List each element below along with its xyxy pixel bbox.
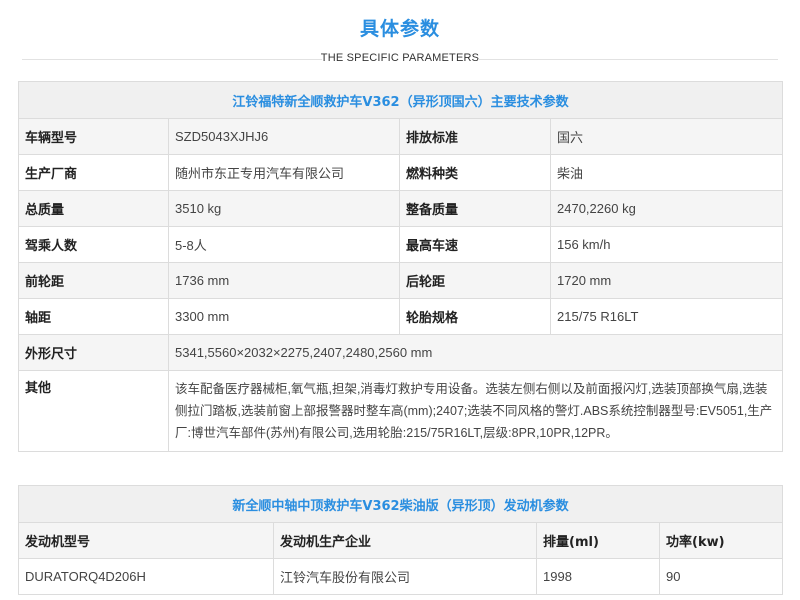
param-label: 其他: [18, 370, 169, 452]
column-header: 功率(kw): [658, 522, 784, 559]
param-value: 2470,2260 kg: [549, 190, 784, 227]
param-value: 5341,5560×2032×2275,2407,2480,2560 mm: [167, 334, 784, 371]
table-row: 驾乘人数 5-8人 最高车速 156 km/h: [18, 226, 784, 263]
table-row: 车辆型号 SZD5043XJHJ6 排放标准 国六: [18, 118, 784, 155]
engine-table-title: 新全顺中轴中顶救护车V362柴油版（异形顶）发动机参数: [17, 485, 784, 523]
param-label: 最高车速: [399, 226, 551, 263]
params-table-title: 江铃福特新全顺救护车V362（异形顶国六）主要技术参数: [17, 81, 784, 119]
table-row: 其他 该车配备医疗器械柜,氧气瓶,担架,消毒灯救护专用设备。选装左侧右侧以及前面…: [18, 370, 784, 452]
engine-cell: 江铃汽车股份有限公司: [273, 558, 537, 595]
param-value: SZD5043XJHJ6: [168, 118, 400, 155]
column-header: 排量(ml): [536, 522, 660, 559]
param-label: 整备质量: [399, 190, 551, 227]
param-label: 燃料种类: [399, 154, 551, 191]
page-subtitle: THE SPECIFIC PARAMETERS: [320, 52, 480, 64]
engine-cell: 1998: [536, 558, 660, 595]
param-value: 该车配备医疗器械柜,氧气瓶,担架,消毒灯救护专用设备。选装左侧右侧以及前面报闪灯…: [167, 370, 784, 452]
param-label: 车辆型号: [18, 118, 169, 155]
param-value: 156 km/h: [549, 226, 784, 263]
param-value: 215/75 R16LT: [549, 298, 784, 335]
param-label: 后轮距: [399, 262, 551, 299]
param-value: 1720 mm: [549, 262, 784, 299]
main-params-table: 江铃福特新全顺救护车V362（异形顶国六）主要技术参数 车辆型号 SZD5043…: [17, 81, 784, 452]
table-row: 外形尺寸 5341,5560×2032×2275,2407,2480,2560 …: [18, 334, 784, 371]
param-value: 3510 kg: [168, 190, 400, 227]
param-value: 5-8人: [168, 226, 400, 263]
table-row: 总质量 3510 kg 整备质量 2470,2260 kg: [18, 190, 784, 227]
table-row: 前轮距 1736 mm 后轮距 1720 mm: [18, 262, 784, 299]
page-title: 具体参数: [359, 18, 440, 40]
param-value: 柴油: [549, 154, 784, 191]
param-label: 驾乘人数: [18, 226, 169, 263]
table-row: DURATORQ4D206H 江铃汽车股份有限公司 1998 90: [18, 558, 784, 595]
title-divider-right: [478, 59, 778, 60]
param-label: 生产厂商: [18, 154, 169, 191]
param-label: 轮胎规格: [399, 298, 551, 335]
engine-cell: 90: [658, 558, 784, 595]
param-label: 外形尺寸: [18, 334, 169, 371]
engine-cell: DURATORQ4D206H: [18, 558, 274, 595]
param-label: 轴距: [18, 298, 169, 335]
param-value: 3300 mm: [168, 298, 400, 335]
table-row: 轴距 3300 mm 轮胎规格 215/75 R16LT: [18, 298, 784, 335]
column-header: 发动机生产企业: [273, 522, 537, 559]
table-row: 生产厂商 随州市东正专用汽车有限公司 燃料种类 柴油: [18, 154, 784, 191]
engine-column-headers: 发动机型号 发动机生产企业 排量(ml) 功率(kw): [18, 522, 784, 559]
param-label: 排放标准: [399, 118, 551, 155]
param-value: 国六: [549, 118, 784, 155]
column-header: 发动机型号: [18, 522, 274, 559]
engine-table-header: 新全顺中轴中顶救护车V362柴油版（异形顶）发动机参数: [17, 485, 784, 523]
param-value: 随州市东正专用汽车有限公司: [168, 154, 400, 191]
params-table-header: 江铃福特新全顺救护车V362（异形顶国六）主要技术参数: [17, 81, 784, 119]
param-label: 总质量: [18, 190, 169, 227]
engine-params-table: 新全顺中轴中顶救护车V362柴油版（异形顶）发动机参数 发动机型号 发动机生产企…: [17, 485, 784, 595]
param-value: 1736 mm: [168, 262, 400, 299]
param-label: 前轮距: [18, 262, 169, 299]
